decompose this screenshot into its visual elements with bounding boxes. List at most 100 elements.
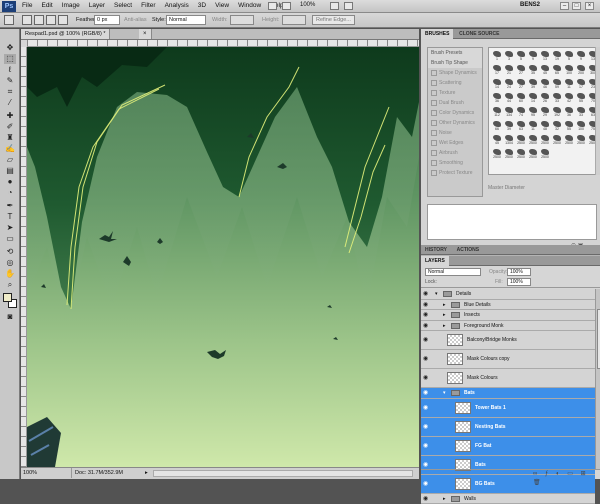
visibility-eye-icon[interactable]: ◉ (423, 337, 431, 343)
brush-preset[interactable]: 36 (563, 106, 575, 117)
brush-preset[interactable]: 63 (515, 120, 527, 131)
brush-option-protect-texture[interactable]: Protect Texture (428, 168, 482, 178)
brush-preset[interactable]: 35 (527, 64, 539, 75)
brush-preset[interactable]: 27 (515, 78, 527, 89)
layer-row[interactable]: ◉▾Bats (421, 388, 595, 399)
tab-actions[interactable]: ACTIONS (453, 245, 484, 255)
brush-preset[interactable]: 2500 (539, 134, 551, 145)
style-select[interactable]: Normal (166, 15, 206, 25)
new-selection-icon[interactable] (22, 15, 32, 25)
tab-history[interactable]: HISTORY (421, 245, 451, 255)
group-expand-icon[interactable]: ▸ (443, 310, 446, 320)
visibility-eye-icon[interactable]: ◉ (423, 323, 431, 329)
visibility-eye-icon[interactable]: ◉ (423, 302, 431, 308)
brush-preset[interactable]: 33 (551, 92, 563, 103)
layer-row[interactable]: ◉▸Insects (421, 310, 595, 321)
menu-view[interactable]: View (215, 2, 229, 9)
menu-select[interactable]: Select (114, 2, 132, 9)
quick-select-tool-icon[interactable]: ✎ (4, 76, 16, 86)
fill-input[interactable]: 100% (507, 278, 531, 286)
brush-preset[interactable]: 2500 (515, 134, 527, 145)
hand-tool-icon[interactable] (282, 2, 291, 10)
marquee-preset-icon[interactable] (4, 15, 14, 25)
brush-preset[interactable]: 21 (503, 64, 515, 75)
crop-tool-icon[interactable]: ⌗ (4, 87, 16, 97)
height-input[interactable] (282, 15, 306, 25)
brush-preset[interactable]: 33 (575, 106, 587, 117)
brush-preset[interactable]: 26 (539, 92, 551, 103)
layer-row[interactable]: ◉▸Blue Details (421, 300, 595, 311)
brush-preset[interactable]: 36 (491, 92, 503, 103)
3d-orbit-tool-icon[interactable]: ◎ (4, 258, 16, 268)
status-menu-icon[interactable]: ▸ (145, 468, 148, 478)
menu-file[interactable]: File (22, 2, 32, 9)
marquee-tool-icon[interactable]: ⬚ (4, 54, 16, 64)
eyedropper-tool-icon[interactable]: ⁄ (4, 98, 16, 108)
brush-preset[interactable]: 9 (575, 50, 587, 61)
foreground-color-swatch[interactable] (3, 293, 12, 302)
brush-preset[interactable]: 39 (503, 120, 515, 131)
tab-layers[interactable]: LAYERS (421, 256, 449, 266)
antialias-checkbox[interactable]: Anti-alias (124, 17, 147, 23)
brush-option-wet-edges[interactable]: Wet Edges (428, 138, 482, 148)
brush-option-noise[interactable]: Noise (428, 128, 482, 138)
subtract-selection-icon[interactable] (46, 15, 56, 25)
brush-preset[interactable]: 65 (551, 64, 563, 75)
arrange-documents-icon[interactable] (330, 2, 339, 10)
group-expand-icon[interactable]: ▾ (443, 388, 446, 398)
layer-row[interactable]: ◉Mask Colours copy (421, 350, 595, 369)
document-close-icon[interactable]: × (139, 29, 152, 39)
brush-preset[interactable]: 59 (551, 78, 563, 89)
hand-tool-icon[interactable]: ✋ (4, 269, 16, 279)
workspace-name[interactable]: BENS2 (520, 2, 540, 8)
brush-preset[interactable]: 44 (503, 92, 515, 103)
intersect-selection-icon[interactable] (58, 15, 68, 25)
menu-edit[interactable]: Edit (41, 2, 52, 9)
zoom-tool-icon[interactable]: ⌕ (4, 280, 16, 290)
bridge-icon[interactable] (268, 2, 277, 10)
brush-preset[interactable]: 48 (539, 120, 551, 131)
brush-preset[interactable]: 55 (575, 92, 587, 103)
brush-preset[interactable]: 200 (575, 64, 587, 75)
pen-tool-icon[interactable]: ✒ (4, 201, 16, 211)
visibility-eye-icon[interactable]: ◉ (423, 405, 431, 411)
brush-preset[interactable]: 192 (551, 106, 563, 117)
brush-preset[interactable]: 5 (515, 50, 527, 61)
brush-preset[interactable]: 134 (503, 106, 515, 117)
lasso-tool-icon[interactable]: ℓ (4, 65, 16, 75)
gradient-tool-icon[interactable]: ▤ (4, 166, 16, 176)
tab-brushes[interactable]: BRUSHES (421, 29, 453, 39)
brush-preset[interactable]: 45 (539, 64, 551, 75)
blur-tool-icon[interactable]: ● (4, 177, 16, 187)
brush-preset[interactable]: 55 (563, 120, 575, 131)
path-selection-tool-icon[interactable]: ➤ (4, 223, 16, 233)
feather-input[interactable]: 0 px (94, 15, 120, 25)
layer-row[interactable]: ◉Tower Bats 1 (421, 399, 595, 418)
brush-preset[interactable]: 2500 (515, 148, 527, 159)
menu-image[interactable]: Image (62, 2, 80, 9)
brush-option-other-dynamics[interactable]: Other Dynamics (428, 118, 482, 128)
brush-preset[interactable]: 11 (527, 120, 539, 131)
brush-preset[interactable]: 5 (563, 50, 575, 61)
type-tool-icon[interactable]: T (4, 212, 16, 222)
brush-preset[interactable]: 13 (539, 50, 551, 61)
brush-preset[interactable]: 42 (563, 92, 575, 103)
brush-preset[interactable]: 2500 (551, 134, 563, 145)
layer-row[interactable]: ◉▾Details (421, 289, 595, 300)
brush-preset[interactable]: 112 (491, 106, 503, 117)
quick-mask-icon[interactable]: ◙ (4, 312, 16, 322)
visibility-eye-icon[interactable]: ◉ (423, 312, 431, 318)
visibility-eye-icon[interactable]: ◉ (423, 390, 431, 396)
healing-brush-tool-icon[interactable]: ✚ (4, 111, 16, 121)
brush-preset[interactable]: 2500 (503, 148, 515, 159)
brush-option-scattering[interactable]: Scattering (428, 78, 482, 88)
brush-preset[interactable]: 14 (527, 92, 539, 103)
group-expand-icon[interactable]: ▸ (443, 300, 446, 310)
layers-scrollbar[interactable] (595, 289, 600, 469)
brush-preset[interactable]: 95 (527, 106, 539, 117)
brush-option-smoothing[interactable]: Smoothing (428, 158, 482, 168)
layer-row[interactable]: ◉▸Foreground Monk (421, 321, 595, 332)
layer-footer-icons[interactable]: ∞ ƒ ◐ ▭ ⊞ 🗑 (421, 469, 600, 479)
zoom-level[interactable]: 100% (300, 2, 315, 8)
brush-preset[interactable]: 1304 (503, 134, 515, 145)
